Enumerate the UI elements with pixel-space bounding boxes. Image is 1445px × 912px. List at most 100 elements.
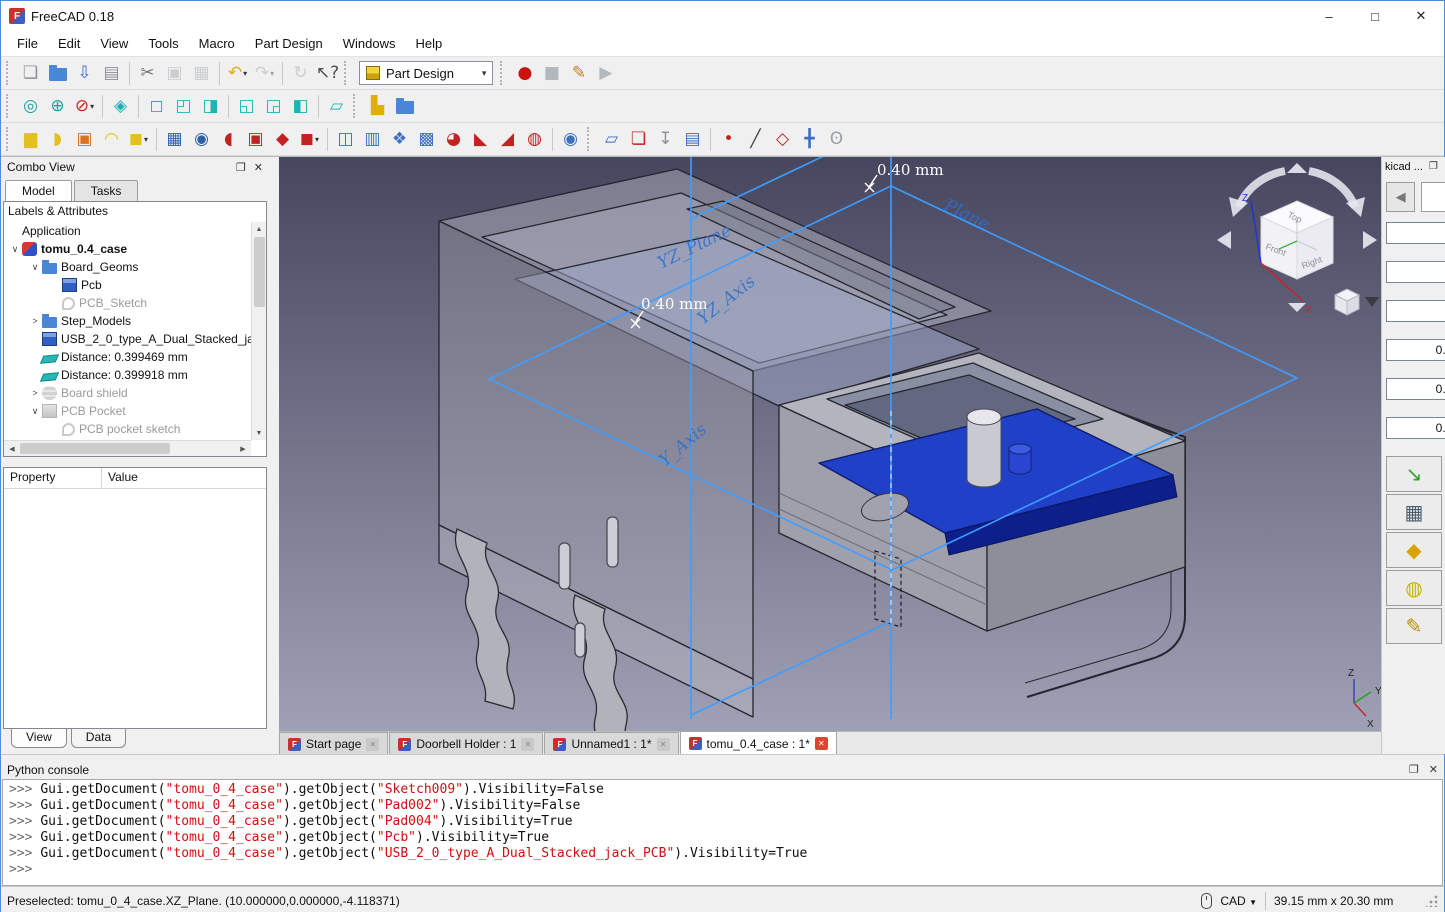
float-panel-icon[interactable]: ❐ [1409,763,1419,776]
tree-item-pcb-sketch[interactable]: PCB_Sketch [4,294,251,312]
scrollbar-thumb[interactable] [20,443,170,454]
expand-arrow-icon[interactable]: > [28,388,42,398]
kicad-load-board-button[interactable]: ◆ [1386,532,1442,568]
document-tab-tomu-0-4-case-1[interactable]: Ftomu_0.4_case : 1*✕ [680,731,837,755]
expand-arrow-icon[interactable]: > [28,316,42,326]
toolbar-drag-handle[interactable] [6,61,12,85]
right-view-button[interactable]: ◨ [197,93,224,120]
fillet-button[interactable]: ◕ [440,126,467,153]
tab-data[interactable]: Data [71,729,126,748]
macro-run-button[interactable]: ▶ [592,60,619,87]
datum-point-button[interactable]: • [715,126,742,153]
kicad-field-4[interactable]: 0.10 [1386,339,1445,361]
rear-view-button[interactable]: ◱ [233,93,260,120]
macro-stop-button[interactable]: ■ [538,60,565,87]
close-tab-icon[interactable]: ✕ [815,737,828,750]
create-body-button[interactable]: ▙ [364,93,391,120]
tree-item-tomu-0-4-case[interactable]: ∨tomu_0.4_case [4,240,251,258]
groove-button[interactable]: ◖ [215,126,242,153]
close-button[interactable]: ✕ [1398,1,1444,31]
new-file-button[interactable]: ❏ [17,60,44,87]
whats-this-button[interactable]: ↖? [314,60,341,87]
document-tab-unnamed1-1[interactable]: FUnnamed1 : 1*✕ [544,732,678,755]
toolbar-drag-handle[interactable] [6,127,12,151]
copy-button[interactable]: ▣ [161,60,188,87]
menu-view[interactable]: View [90,33,138,54]
toolbar-drag-handle[interactable] [500,61,506,85]
tree-item-board-geoms[interactable]: ∨Board_Geoms [4,258,251,276]
kicad-field-2[interactable]: 90 [1386,261,1445,283]
fit-selection-button[interactable]: ⊕ [44,93,71,120]
mirrored-button[interactable]: ◫ [332,126,359,153]
open-file-button[interactable] [44,60,71,87]
close-tab-icon[interactable]: ✕ [521,738,534,751]
fit-all-button[interactable]: ◎ [17,93,44,120]
collapse-arrow-icon[interactable]: ∨ [28,406,42,417]
tree-item-board-shield[interactable]: >Board shield [4,384,251,402]
bottom-view-button[interactable]: ◲ [260,93,287,120]
undo-button[interactable]: ↶▾ [224,60,251,87]
navigation-style-selector[interactable]: CAD ▼ [1220,894,1257,908]
macro-record-button[interactable]: ● [511,60,538,87]
tree-item-step-models[interactable]: >Step_Models [4,312,251,330]
menu-help[interactable]: Help [405,33,452,54]
subtractive-primitive-button[interactable]: ◼▾ [296,126,323,153]
close-tab-icon[interactable]: ✕ [657,738,670,751]
front-view-button[interactable]: ◻ [143,93,170,120]
menu-windows[interactable]: Windows [333,33,406,54]
kicad-next-button[interactable] [1421,182,1445,212]
toolbar-drag-handle[interactable] [344,61,350,85]
redo-button[interactable]: ↷▾ [251,60,278,87]
close-panel-icon[interactable]: ✕ [254,161,263,174]
chevron-down-icon[interactable]: ▾ [270,69,274,78]
menu-edit[interactable]: Edit [48,33,90,54]
paste-button[interactable]: ▦ [188,60,215,87]
chevron-down-icon[interactable]: ▾ [144,135,148,144]
menu-tools[interactable]: Tools [138,33,188,54]
shape-binder-clone-sheep-button[interactable]: ʘ [823,126,850,153]
document-tab-start-page[interactable]: FStart page✕ [279,732,388,755]
kicad-prev-button[interactable]: ◀ [1386,182,1415,212]
revolution-button[interactable]: ◗ [44,126,71,153]
tree-item-distance-0-399918-mm[interactable]: Distance: 0.399918 mm [4,366,251,384]
title-bar[interactable]: F FreeCAD 0.18 – □ ✕ [1,1,1444,31]
additive-primitive-button[interactable]: ◼▾ [125,126,152,153]
kicad-field-6[interactable]: 0.10 [1386,417,1445,439]
kicad-export-db-button[interactable]: ◍ [1386,570,1442,606]
tree-vertical-scrollbar[interactable]: ▲ ▼ [251,222,266,440]
top-view-button[interactable]: ◰ [170,93,197,120]
toolbar-drag-handle[interactable] [587,127,593,151]
tree-item-distance-0-399469-mm[interactable]: Distance: 0.399469 mm [4,348,251,366]
maximize-button[interactable]: □ [1352,1,1398,31]
pocket-button[interactable]: ▦ [161,126,188,153]
python-console-input[interactable]: >>> Gui.getDocument("tomu_0_4_case").get… [2,779,1443,886]
menu-macro[interactable]: Macro [189,33,245,54]
pad-button[interactable]: ▆ [17,126,44,153]
chamfer-button[interactable]: ◣ [467,126,494,153]
collapse-arrow-icon[interactable]: ∨ [8,244,22,255]
toolbar-drag-handle[interactable] [6,94,12,118]
draw-style-button[interactable]: ⊘▾ [71,93,98,120]
3d-viewport[interactable]: YZ_Plane YZ_Axis Y_Axis Plane 0.40 mm 0.… [279,157,1381,731]
kicad-field-3[interactable]: 90 [1386,300,1445,322]
subtractive-loft-button[interactable]: ▣ [242,126,269,153]
workbench-selector[interactable]: Part Design▾ [359,61,493,85]
scroll-up-icon[interactable]: ▲ [252,222,266,236]
linear-pattern-button[interactable]: ▥ [359,126,386,153]
print-button[interactable]: ▤ [98,60,125,87]
tree-item-pcb[interactable]: Pcb [4,276,251,294]
macro-edit-button[interactable]: ✎ [565,60,592,87]
float-panel-icon[interactable]: ❐ [236,161,246,174]
float-panel-icon[interactable]: ❐ [1429,161,1438,172]
scrollbar-thumb[interactable] [254,237,265,307]
tab-view[interactable]: View [11,729,67,748]
kicad-export-model-button[interactable]: ▦ [1386,494,1442,530]
hole-button[interactable]: ◉ [188,126,215,153]
chevron-down-icon[interactable]: ▾ [90,102,94,111]
left-view-button[interactable]: ◧ [287,93,314,120]
kicad-field-1[interactable]: 90 [1386,222,1445,244]
minimize-button[interactable]: – [1306,1,1352,31]
chevron-down-icon[interactable]: ▾ [315,135,319,144]
datum-line-button[interactable]: ╱ [742,126,769,153]
polar-pattern-button[interactable]: ❖ [386,126,413,153]
